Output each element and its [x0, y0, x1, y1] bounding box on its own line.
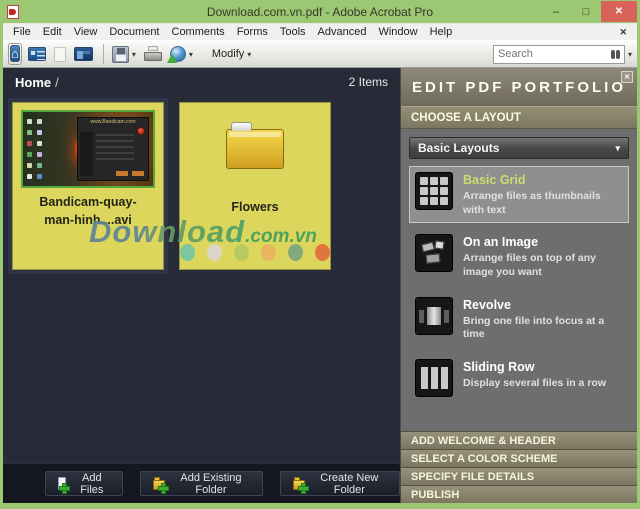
- specify-file-details-section[interactable]: SPECIFY FILE DETAILS: [401, 467, 637, 485]
- add-files-label: Add Files: [80, 471, 104, 496]
- record-button-icon: [137, 127, 145, 135]
- globe-upload-icon: [166, 46, 186, 63]
- layout-view-icon: [73, 47, 93, 61]
- bandicam-window-decoration: www.Bandicam.com: [77, 117, 149, 181]
- home-button[interactable]: ⌂: [8, 43, 22, 65]
- home-icon: ⌂: [10, 45, 20, 62]
- on-an-image-icon: [415, 234, 453, 273]
- create-new-folder-label: Create New Folder: [320, 471, 379, 496]
- folder-card-flowers[interactable]: Flowers: [179, 102, 331, 270]
- sliding-row-icon: [415, 358, 453, 397]
- breadcrumb-home[interactable]: Home: [15, 75, 51, 90]
- desktop-icons-decoration: [27, 119, 32, 124]
- menubar-close-icon[interactable]: ✕: [619, 27, 633, 38]
- add-existing-folder-button[interactable]: Add Existing Folder: [140, 471, 263, 496]
- portfolio-canvas: Home / 2 Items www.Bandicam.com Bandicam…: [3, 68, 400, 503]
- search-binoculars-icon: [610, 49, 620, 59]
- pages-view-icon: [27, 47, 46, 61]
- items-count: 2 Items: [348, 75, 388, 89]
- layout-name: Basic Grid: [463, 173, 526, 187]
- save-icon: [111, 45, 129, 63]
- layout-description: Arrange files as thumbnails with text: [463, 190, 601, 216]
- layout-description: Arrange files on top of any image you wa…: [463, 252, 597, 278]
- chevron-down-icon: ▾: [188, 49, 193, 59]
- panel-header: EDIT PDF PORTFOLIO ✕: [401, 68, 637, 106]
- layout-description: Bring one file into focus at a time: [463, 314, 605, 341]
- menu-comments[interactable]: Comments: [166, 26, 231, 38]
- video-thumbnail: www.Bandicam.com: [21, 110, 155, 188]
- app-window: Download.com.vn.pdf - Adobe Acrobat Pro …: [0, 0, 640, 509]
- menu-help[interactable]: Help: [424, 26, 459, 38]
- panel-close-icon[interactable]: ✕: [621, 71, 633, 83]
- menu-bar: File Edit View Document Comments Forms T…: [3, 23, 637, 40]
- add-existing-folder-label: Add Existing Folder: [180, 471, 242, 496]
- menu-advanced[interactable]: Advanced: [312, 26, 373, 38]
- create-new-folder-button[interactable]: Create New Folder: [279, 471, 400, 496]
- bottom-action-bar: Add Files Add Existing Folder Create New…: [3, 463, 400, 503]
- toolbar: ⌂ ▾ ▾ Modify ▾ Search ▾: [3, 40, 637, 68]
- blank-page-button[interactable]: [51, 45, 69, 64]
- layout-options-list: Basic Grid Arrange files as thumbnails w…: [401, 166, 637, 408]
- modify-label: Modify: [211, 48, 245, 60]
- publish-section[interactable]: PUBLISH: [401, 485, 637, 503]
- panel-title: EDIT PDF PORTFOLIO: [412, 78, 626, 96]
- folder-icon: [226, 122, 284, 169]
- chevron-down-icon: ▾: [615, 142, 620, 153]
- menu-file[interactable]: File: [7, 26, 37, 38]
- new-folder-icon: [292, 477, 308, 493]
- select-color-scheme-section[interactable]: SELECT A COLOR SCHEME: [401, 449, 637, 467]
- menu-forms[interactable]: Forms: [231, 26, 274, 38]
- add-files-button[interactable]: Add Files: [45, 471, 124, 496]
- layout-option-sliding-row[interactable]: Sliding Row Display several files in a r…: [409, 353, 629, 403]
- chevron-down-icon: ▾: [131, 49, 136, 59]
- dropdown-value: Basic Layouts: [418, 141, 500, 155]
- search-input[interactable]: [497, 48, 611, 60]
- search-options-caret[interactable]: ▾: [628, 50, 632, 59]
- layout-option-basic-grid[interactable]: Basic Grid Arrange files as thumbnails w…: [409, 166, 629, 224]
- choose-layout-section-header[interactable]: CHOOSE A LAYOUT: [401, 106, 637, 129]
- menu-document[interactable]: Document: [103, 26, 165, 38]
- menu-window[interactable]: Window: [372, 26, 423, 38]
- add-file-icon: [58, 477, 70, 493]
- chevron-down-icon: ▾: [247, 49, 252, 59]
- save-button[interactable]: ▾: [109, 44, 139, 65]
- layout-option-on-an-image[interactable]: On an Image Arrange files on top of any …: [409, 228, 629, 285]
- revolve-icon: [415, 296, 453, 335]
- layout-name: Revolve: [463, 297, 511, 312]
- layout-description: Display several files in a row: [463, 376, 606, 389]
- close-button[interactable]: ✕: [601, 1, 637, 22]
- minimize-button[interactable]: –: [541, 2, 571, 22]
- layout-name: Sliding Row: [463, 359, 535, 374]
- print-icon: [143, 45, 162, 63]
- layout-name: On an Image: [463, 235, 539, 250]
- modify-dropdown[interactable]: Modify ▾: [206, 45, 257, 63]
- layout-view-button[interactable]: [71, 45, 96, 63]
- add-welcome-header-section[interactable]: ADD WELCOME & HEADER: [401, 431, 637, 449]
- upload-share-button[interactable]: ▾: [166, 44, 196, 64]
- pages-view-button[interactable]: [25, 45, 49, 63]
- add-folder-icon: [153, 477, 168, 493]
- folder-card-title: Flowers: [231, 200, 279, 214]
- menu-edit[interactable]: Edit: [37, 26, 68, 38]
- menu-view[interactable]: View: [68, 26, 104, 38]
- toolbar-divider: [102, 44, 104, 64]
- breadcrumb: Home / 2 Items: [3, 68, 400, 96]
- blank-page-icon: [53, 46, 66, 62]
- maximize-button[interactable]: □: [571, 2, 601, 22]
- edit-portfolio-panel: EDIT PDF PORTFOLIO ✕ CHOOSE A LAYOUT Bas…: [400, 68, 637, 503]
- layout-category-dropdown[interactable]: Basic Layouts ▾: [409, 137, 629, 159]
- breadcrumb-separator: /: [55, 74, 59, 90]
- thumbnail-caption: www.Bandicam.com: [90, 119, 136, 125]
- title-bar: Download.com.vn.pdf - Adobe Acrobat Pro …: [3, 0, 637, 23]
- menu-tools[interactable]: Tools: [274, 26, 312, 38]
- print-button[interactable]: [141, 44, 165, 65]
- file-card-title: Bandicam-quay-man-hinh....avi: [39, 195, 137, 227]
- search-field[interactable]: [492, 44, 625, 64]
- file-card-bandicam[interactable]: www.Bandicam.com Bandicam-quay-man-hinh.…: [12, 102, 164, 270]
- watermark-dots-decoration: [180, 243, 330, 261]
- basic-grid-icon: [415, 172, 453, 210]
- layout-option-revolve[interactable]: Revolve Bring one file into focus at a t…: [409, 291, 629, 348]
